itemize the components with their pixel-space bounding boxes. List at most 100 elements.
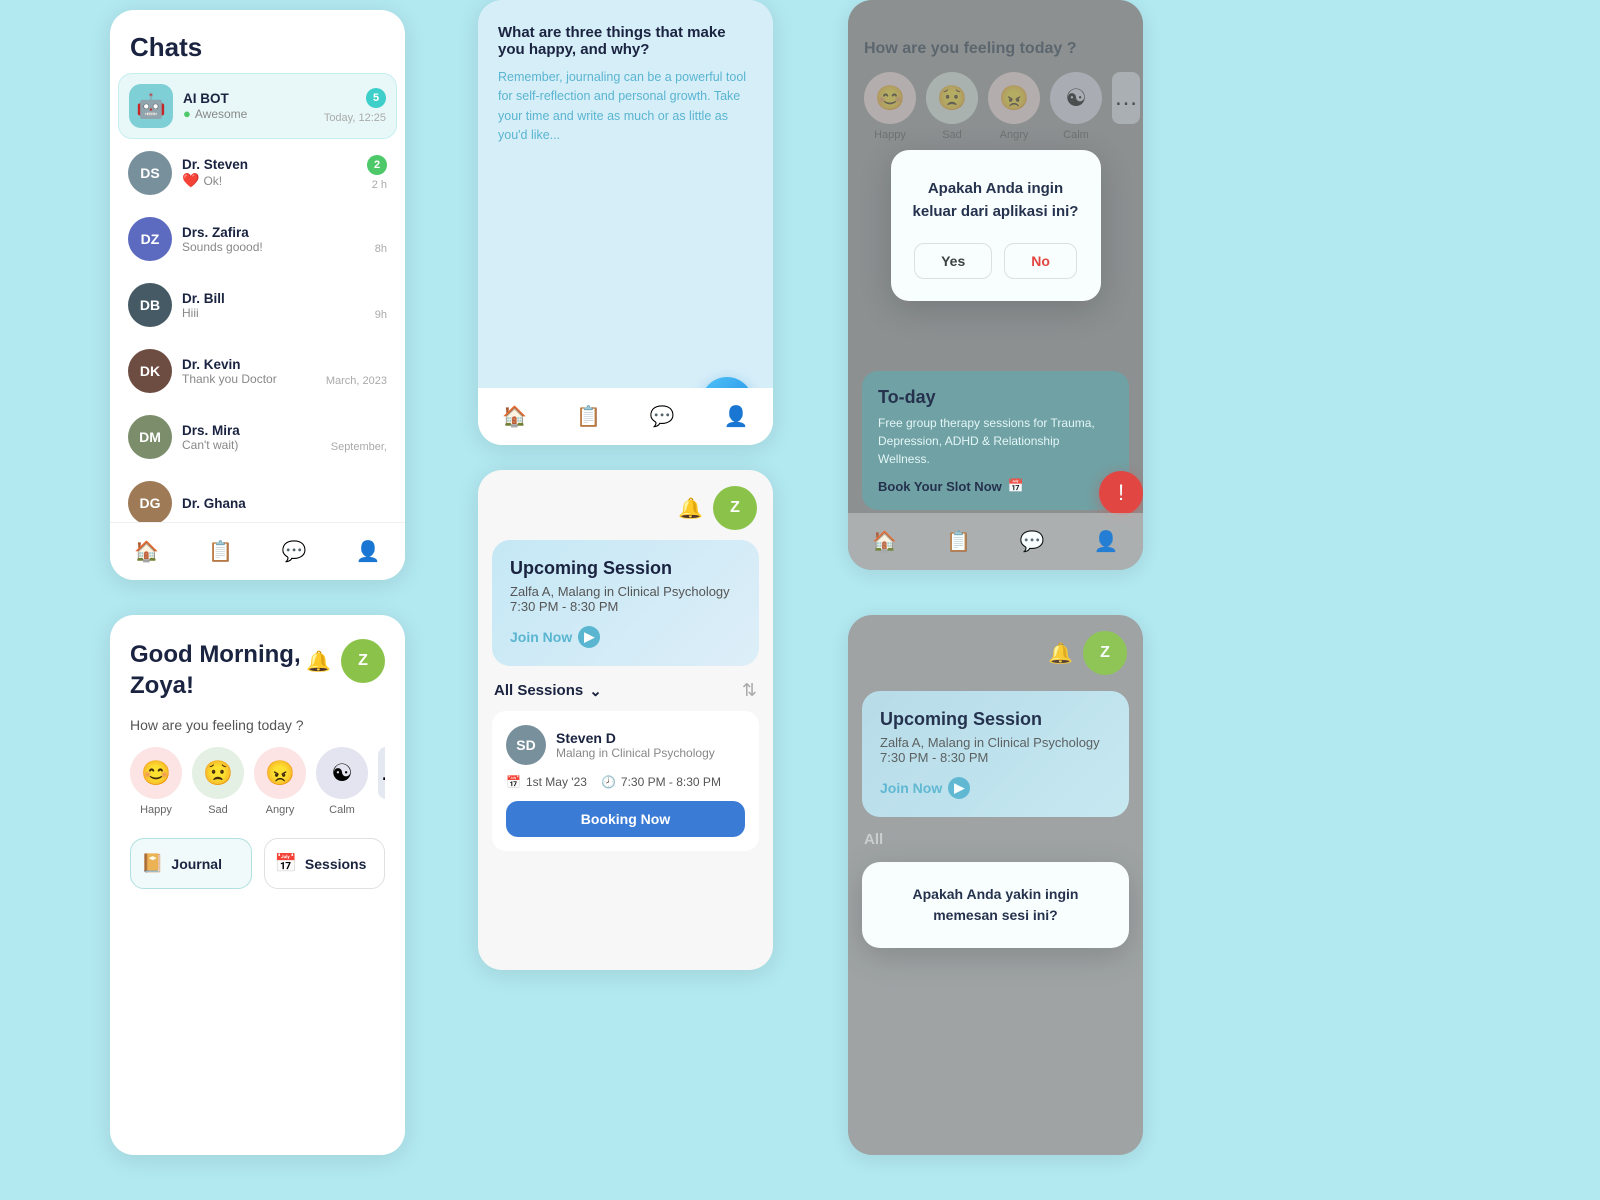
chat-last: Hiii [182, 306, 369, 320]
chats-title: Chats [110, 10, 405, 73]
session-time-text: 7:30 PM - 8:30 PM [621, 775, 721, 789]
journal-icon: 📔 [141, 853, 163, 874]
avatar[interactable]: Z [341, 639, 385, 683]
calm-label: Calm [329, 804, 355, 816]
sessions-button[interactable]: 📅 Sessions [264, 838, 386, 889]
greeting-block: Good Morning, Zoya! [130, 639, 301, 701]
chat-icon[interactable]: 💬 [640, 400, 685, 433]
greeting-label: Good Morning, [130, 641, 301, 668]
sad-icon: 😟 [192, 747, 244, 799]
chat-name: Dr. Steven [182, 157, 361, 172]
chat-name: Drs. Mira [182, 423, 325, 438]
mood-angry[interactable]: 😠 Angry [254, 747, 306, 816]
avatar: DM [128, 415, 172, 459]
profile-icon: 👤 [1084, 525, 1129, 558]
join-now-button-2: Join Now ▶ [880, 777, 1111, 799]
sessions-header: 🔔 Z [478, 470, 773, 540]
arrow-icon-2: ▶ [948, 777, 970, 799]
session-time: 🕗 7:30 PM - 8:30 PM [601, 775, 721, 789]
join-now-button[interactable]: Join Now ▶ [510, 626, 741, 648]
calm-icon: ☯ [316, 747, 368, 799]
angry-label: Angry [266, 804, 295, 816]
booking-confirm-dialog: Apakah Anda yakin ingin memesan sesi ini… [862, 862, 1129, 948]
list-item[interactable]: DK Dr. Kevin Thank you Doctor March, 202… [118, 339, 397, 403]
exclamation-icon: ! [1118, 480, 1124, 506]
today-card: To-day Free group therapy sessions for T… [862, 371, 1129, 510]
upcoming-title: Upcoming Session [510, 558, 741, 579]
happy-label: Happy [140, 804, 172, 816]
booking-now-button[interactable]: Booking Now [506, 801, 745, 837]
journal-panel: What are three things that make you happ… [478, 0, 773, 445]
upcoming-who: Zalfa A, Malang in Clinical Psychology [510, 584, 741, 599]
chat-info: Dr. Bill Hiii [182, 291, 369, 320]
mood-more[interactable]: … M [378, 747, 385, 816]
chat-last: ● Awesome [183, 106, 318, 121]
home-icon[interactable]: 🏠 [124, 535, 169, 568]
home-icon[interactable]: 🏠 [492, 400, 537, 433]
avatar: Z [1083, 631, 1127, 675]
list-item[interactable]: DS Dr. Steven ❤️ Ok! 2 2 h [118, 141, 397, 205]
chat-meta: 9h [375, 289, 387, 321]
doctor-name: Steven D [556, 730, 715, 746]
journal-button[interactable]: 📔 Journal [130, 838, 252, 889]
more-icon: … [378, 747, 385, 799]
sessions-icon: 📅 [275, 853, 297, 874]
list-item[interactable]: 🤖 AI BOT ● Awesome 5 Today, 12:25 [118, 73, 397, 139]
sort-icon[interactable]: ⇅ [742, 680, 757, 701]
doctor-specialty: Malang in Clinical Psychology [556, 746, 715, 760]
chevron-down-icon: ⌄ [589, 682, 602, 700]
journal-question: What are three things that make you happ… [498, 24, 753, 58]
clock-icon: 🕗 [601, 775, 616, 789]
avatar: DS [128, 151, 172, 195]
upcoming-who-2: Zalfa A, Malang in Clinical Psychology [880, 735, 1111, 750]
avatar[interactable]: Z [713, 486, 757, 530]
chat-last: Can't wait) [182, 438, 325, 452]
bell-icon[interactable]: 🔔 [306, 649, 331, 674]
chat-info: Dr. Kevin Thank you Doctor [182, 357, 320, 386]
doctor-row: SD Steven D Malang in Clinical Psycholog… [506, 725, 745, 765]
user-name: Zoya! [130, 672, 194, 699]
yes-button[interactable]: Yes [914, 243, 992, 279]
list-item[interactable]: DM Drs. Mira Can't wait) September, [118, 405, 397, 469]
chat-info: Dr. Ghana [182, 496, 387, 511]
upcoming-time: 7:30 PM - 8:30 PM [510, 599, 741, 614]
mood-section: How are you feeling today ? 😊 Happy 😟 Sa… [110, 717, 405, 816]
journal-icon: 📋 [936, 525, 981, 558]
book-now-button[interactable]: Book Your Slot Now 📅 [878, 478, 1113, 494]
join-now-label-2: Join Now [880, 780, 942, 796]
upcoming-card: Upcoming Session Zalfa A, Malang in Clin… [492, 540, 759, 666]
mood-sad[interactable]: 😟 Sad [192, 747, 244, 816]
mood-row: 😊 Happy 😟 Sad 😠 Angry ☯ Calm … M [130, 747, 385, 816]
journal-icon[interactable]: 📋 [198, 535, 243, 568]
bell-icon[interactable]: 🔔 [678, 496, 703, 521]
journal-icon[interactable]: 📋 [566, 400, 611, 433]
calendar-icon: 📅 [1008, 478, 1024, 494]
profile-icon[interactable]: 👤 [714, 400, 759, 433]
chat-icon[interactable]: 💬 [272, 535, 317, 568]
list-item[interactable]: DB Dr. Bill Hiii 9h [118, 273, 397, 337]
mood-happy[interactable]: 😊 Happy [130, 747, 182, 816]
list-item[interactable]: DZ Drs. Zafira Sounds goood! 8h [118, 207, 397, 271]
notification-badge[interactable]: ! [1099, 471, 1143, 515]
chat-list: 🤖 AI BOT ● Awesome 5 Today, 12:25 DS Dr.… [110, 73, 405, 535]
sessions-panel: 🔔 Z Upcoming Session Zalfa A, Malang in … [478, 470, 773, 970]
mood-calm[interactable]: ☯ Calm [316, 747, 368, 816]
session-date-text: 1st May '23 [526, 775, 587, 789]
chat-name: Dr. Kevin [182, 357, 320, 372]
morning-header: Good Morning, Zoya! 🔔 Z [110, 615, 405, 717]
sad-label: Sad [208, 804, 228, 816]
profile-icon[interactable]: 👤 [346, 535, 391, 568]
exit2-header: 🔔 Z [848, 615, 1143, 691]
no-button[interactable]: No [1004, 243, 1077, 279]
all-sessions-row: All Sessions ⌄ ⇅ [478, 666, 773, 711]
all-sessions-text: All Sessions [494, 682, 583, 699]
bell-icon: 🔔 [1048, 641, 1073, 666]
greeting-text: Good Morning, Zoya! [130, 639, 301, 701]
journal-hint: Remember, journaling can be a powerful t… [498, 68, 753, 146]
session-meta: 📅 1st May '23 🕗 7:30 PM - 8:30 PM [506, 775, 745, 789]
journal-label: Journal [171, 856, 222, 872]
all-sessions-label[interactable]: All Sessions ⌄ [494, 682, 602, 700]
session-card: SD Steven D Malang in Clinical Psycholog… [492, 711, 759, 851]
bottom-nav: 🏠 📋 💬 👤 [110, 522, 405, 580]
sessions-label: Sessions [305, 856, 366, 872]
